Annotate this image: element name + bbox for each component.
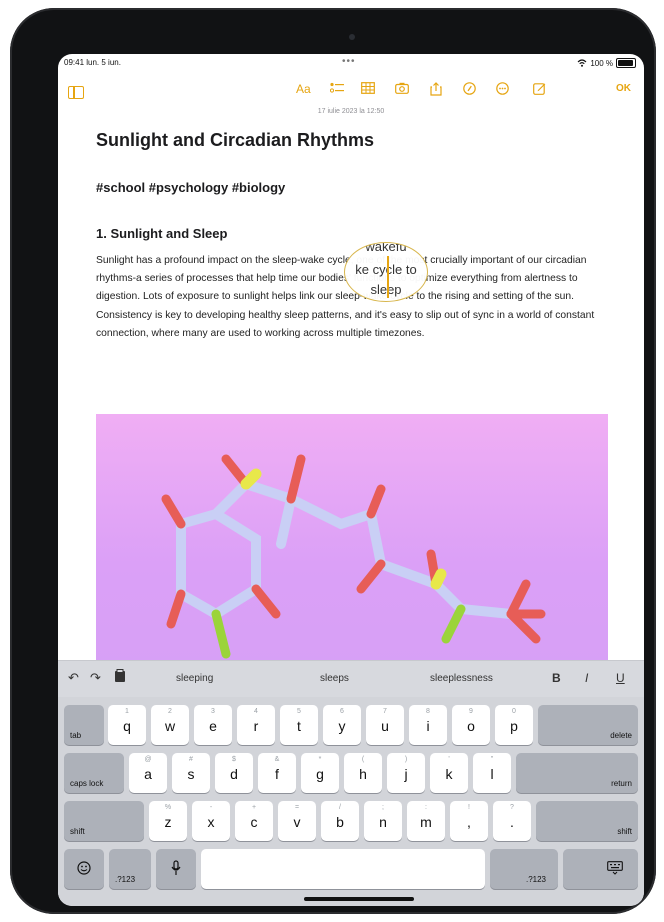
done-button[interactable]: OK xyxy=(616,82,631,96)
software-keyboard: tab 1q 2w 3e 4r 5t 6y 7u 8i 9o 0p delete… xyxy=(58,697,644,906)
emoji-key[interactable] xyxy=(64,849,104,889)
shift-left-key[interactable]: shift xyxy=(64,801,144,841)
key-f[interactable]: & f xyxy=(258,753,296,793)
table-icon[interactable] xyxy=(361,82,375,94)
space-bar[interactable] xyxy=(201,849,485,889)
notes-screen: 09:41 lun. 5 iun. ••• 100 % Aa OK 17 iul… xyxy=(58,54,644,906)
loupe-top-text: wakefu xyxy=(365,242,407,254)
numbers-left-key[interactable]: .?123 xyxy=(109,849,151,889)
keyboard-dismiss-icon xyxy=(607,861,623,875)
key-z[interactable]: % z xyxy=(149,801,187,841)
loupe-middle-text: ke cycle to xyxy=(355,262,417,277)
key-p[interactable]: 0p xyxy=(495,705,533,745)
key-x[interactable]: -x xyxy=(192,801,230,841)
key-period[interactable]: ?. xyxy=(493,801,531,841)
molecule-image[interactable] xyxy=(96,414,608,664)
key-b[interactable]: / b xyxy=(321,801,359,841)
markup-icon[interactable] xyxy=(463,82,476,95)
caps-lock-key[interactable]: caps lock xyxy=(64,753,124,793)
compose-icon[interactable] xyxy=(533,82,546,95)
return-key[interactable]: return xyxy=(516,753,638,793)
hide-keyboard-key[interactable] xyxy=(563,849,638,889)
key-n[interactable]: ; n xyxy=(364,801,402,841)
camera-icon[interactable] xyxy=(395,82,409,94)
status-time: 09:41 lun. 5 iun. xyxy=(64,58,121,67)
text-cursor xyxy=(387,256,389,298)
status-right: 100 % xyxy=(577,58,636,68)
key-c[interactable]: + c xyxy=(235,801,273,841)
key-g[interactable]: * g xyxy=(301,753,339,793)
shift-right-key[interactable]: shift xyxy=(536,801,638,841)
numbers-right-key[interactable]: .?123 xyxy=(490,849,558,889)
status-bar: 09:41 lun. 5 iun. ••• 100 % xyxy=(58,54,644,72)
loupe-bottom-text: sleep xyxy=(370,282,402,297)
keyboard-shortcut-bar: ↶ ↷ sleeping sleeps sleeplessness B I U xyxy=(58,660,644,697)
sidebar-toggle-icon[interactable] xyxy=(68,86,84,99)
key-q[interactable]: 1q xyxy=(108,705,146,745)
key-d[interactable]: $ d xyxy=(215,753,253,793)
toolbar: Aa OK xyxy=(58,76,644,102)
bold-button[interactable]: B xyxy=(552,671,561,685)
key-e[interactable]: 3e xyxy=(194,705,232,745)
key-u[interactable]: 7u xyxy=(366,705,404,745)
redo-icon[interactable]: ↷ xyxy=(90,670,101,686)
key-h[interactable]: (h xyxy=(344,753,382,793)
key-w[interactable]: 2w xyxy=(151,705,189,745)
key-k[interactable]: ' k xyxy=(430,753,468,793)
note-tags[interactable]: #school #psychology #biology xyxy=(96,180,285,195)
emoji-icon xyxy=(77,861,91,875)
ipad-frame: 09:41 lun. 5 iun. ••• 100 % Aa OK 17 iul… xyxy=(10,8,656,914)
note-title[interactable]: Sunlight and Circadian Rhythms xyxy=(96,130,374,151)
key-i[interactable]: 8i xyxy=(409,705,447,745)
battery-text: 100 % xyxy=(590,58,613,68)
text-loupe: wakefu ke cycle to sleep xyxy=(344,242,428,302)
molecule-bonds xyxy=(176,478,516,620)
battery-icon xyxy=(616,58,636,68)
key-comma[interactable]: !, xyxy=(450,801,488,841)
key-j[interactable]: ) j xyxy=(387,753,425,793)
key-y[interactable]: 6y xyxy=(323,705,361,745)
tab-key[interactable]: tab xyxy=(64,705,104,745)
microphone-icon xyxy=(171,860,181,876)
key-l[interactable]: " l xyxy=(473,753,511,793)
suggestion-1[interactable]: sleeping xyxy=(176,673,213,684)
italic-button[interactable]: I xyxy=(585,671,588,685)
suggestion-3[interactable]: sleeplessness xyxy=(430,673,493,684)
key-v[interactable]: = v xyxy=(278,801,316,841)
key-m[interactable]: :m xyxy=(407,801,445,841)
key-o[interactable]: 9o xyxy=(452,705,490,745)
paste-icon[interactable] xyxy=(114,669,126,683)
underline-button[interactable]: U xyxy=(616,671,625,685)
multitasking-dots[interactable]: ••• xyxy=(342,56,356,67)
share-icon[interactable] xyxy=(430,82,442,96)
key-r[interactable]: 4r xyxy=(237,705,275,745)
wifi-icon xyxy=(577,59,587,67)
dictation-key[interactable] xyxy=(156,849,196,889)
format-button[interactable]: Aa xyxy=(296,82,311,96)
checklist-icon[interactable] xyxy=(330,82,344,95)
section-heading[interactable]: 1. Sunlight and Sleep xyxy=(96,226,227,241)
key-t[interactable]: 5t xyxy=(280,705,318,745)
key-s[interactable]: # s xyxy=(172,753,210,793)
suggestion-2[interactable]: sleeps xyxy=(320,673,349,684)
key-a[interactable]: @ a xyxy=(129,753,167,793)
undo-icon[interactable]: ↶ xyxy=(68,670,79,686)
home-indicator xyxy=(304,897,414,901)
more-icon[interactable] xyxy=(496,82,509,95)
front-camera xyxy=(349,34,355,40)
delete-key[interactable]: delete xyxy=(538,705,638,745)
note-date: 17 iulie 2023 la 12:50 xyxy=(317,108,385,115)
